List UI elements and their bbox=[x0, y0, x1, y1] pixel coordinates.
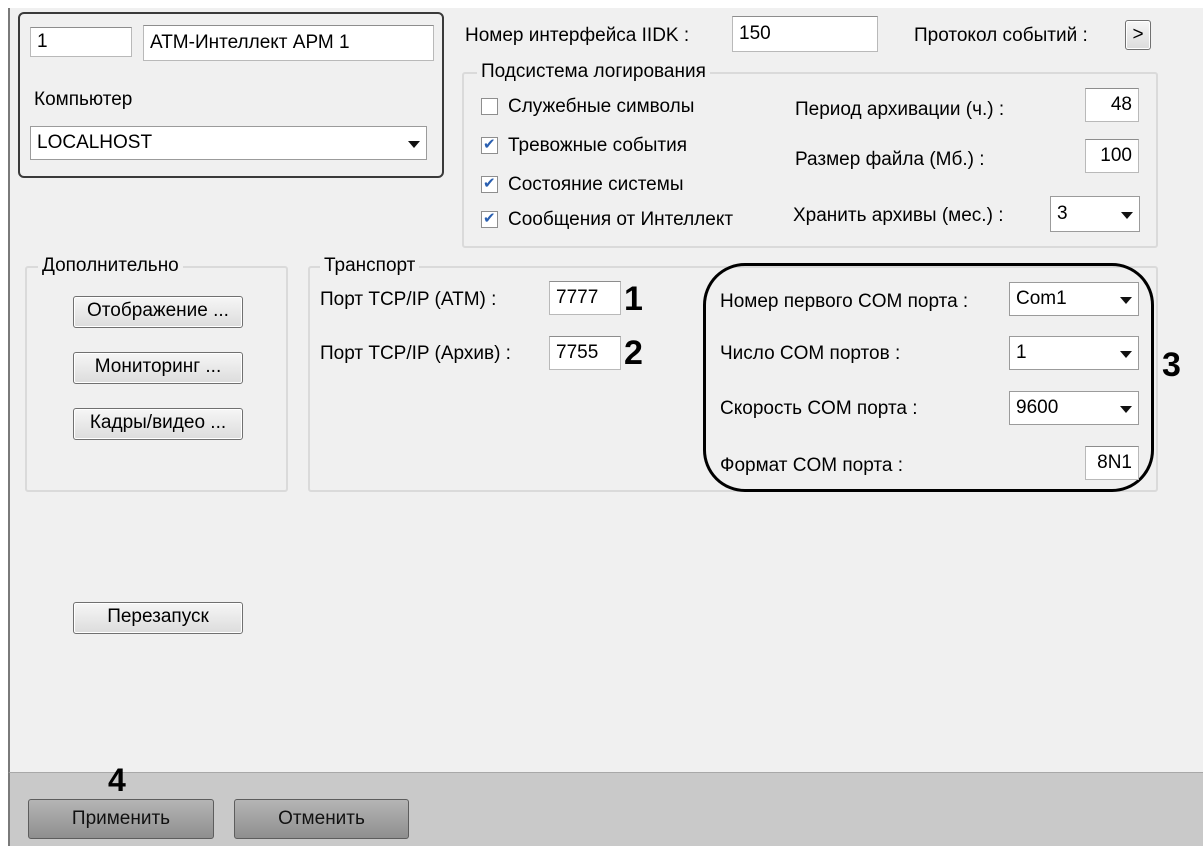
callout-number-2: 2 bbox=[624, 334, 643, 372]
chevron-down-icon[interactable] bbox=[1120, 297, 1132, 304]
com-count-value: 1 bbox=[1016, 342, 1027, 363]
checkbox-service-symbols[interactable] bbox=[481, 98, 498, 115]
tcp-atm-field[interactable]: 7777 bbox=[549, 281, 621, 315]
checkbox-intellect-messages[interactable] bbox=[481, 209, 498, 228]
callout-number-3: 3 bbox=[1162, 346, 1181, 384]
keep-archives-select[interactable]: 3 bbox=[1050, 196, 1140, 232]
archive-period-label: Период архивации (ч.) : bbox=[795, 99, 1005, 120]
keep-archives-label: Хранить архивы (мес.) : bbox=[793, 205, 1004, 226]
computer-label: Компьютер bbox=[34, 89, 133, 110]
com-first-label: Номер первого COM порта : bbox=[720, 291, 969, 312]
additional-group-title: Дополнительно bbox=[38, 255, 183, 277]
tcp-atm-label: Порт TCP/IP (ATM) : bbox=[320, 289, 497, 310]
frames-video-button[interactable]: Кадры/видео ... bbox=[73, 408, 243, 440]
com-speed-value: 9600 bbox=[1016, 397, 1059, 418]
chevron-down-icon[interactable] bbox=[1120, 351, 1132, 358]
chevron-down-icon[interactable] bbox=[1121, 212, 1133, 219]
events-protocol-label: Протокол событий : bbox=[914, 25, 1088, 46]
monitoring-button[interactable]: Мониторинг ... bbox=[73, 352, 243, 384]
com-count-label: Число COM портов : bbox=[720, 343, 901, 364]
cancel-button[interactable]: Отменить bbox=[234, 799, 409, 839]
label-service-symbols: Служебные символы bbox=[508, 96, 695, 117]
chevron-down-icon[interactable] bbox=[1120, 406, 1132, 413]
chevron-down-icon[interactable] bbox=[408, 141, 420, 148]
display-button[interactable]: Отображение ... bbox=[73, 296, 243, 328]
com-speed-select[interactable]: 9600 bbox=[1009, 391, 1139, 425]
label-system-state: Состояние системы bbox=[508, 174, 684, 195]
logging-group-title: Подсистема логирования bbox=[477, 61, 710, 83]
callout-number-4: 4 bbox=[108, 762, 126, 798]
apply-button[interactable]: Применить bbox=[28, 799, 214, 839]
computer-select[interactable]: LOCALHOST bbox=[30, 126, 427, 160]
com-format-field[interactable]: 8N1 bbox=[1085, 446, 1139, 480]
file-size-field[interactable]: 100 bbox=[1085, 139, 1139, 173]
file-size-label: Размер файла (Мб.) : bbox=[795, 149, 985, 170]
transport-group-title: Транспорт bbox=[320, 255, 420, 277]
checkbox-alarm-events[interactable] bbox=[481, 135, 498, 154]
keep-archives-value: 3 bbox=[1057, 203, 1068, 224]
archive-period-field[interactable]: 48 bbox=[1085, 88, 1139, 122]
iidk-label: Номер интерфейса IIDK : bbox=[465, 25, 690, 46]
com-speed-label: Скорость COM порта : bbox=[720, 398, 918, 419]
com-format-label: Формат COM порта : bbox=[720, 455, 903, 476]
events-protocol-button[interactable]: > bbox=[1125, 20, 1151, 50]
iidk-field[interactable]: 150 bbox=[732, 16, 878, 52]
callout-number-1: 1 bbox=[624, 280, 643, 318]
label-alarm-events: Тревожные события bbox=[508, 135, 688, 156]
com-first-value: Com1 bbox=[1016, 288, 1067, 309]
checkbox-system-state[interactable] bbox=[481, 174, 498, 193]
label-intellect-messages: Сообщения от Интеллект bbox=[508, 209, 734, 230]
com-count-select[interactable]: 1 bbox=[1009, 336, 1139, 370]
com-first-select[interactable]: Com1 bbox=[1009, 282, 1139, 316]
object-name-field[interactable]: АТМ-Интеллект АРМ 1 bbox=[143, 25, 434, 61]
restart-button[interactable]: Перезапуск bbox=[73, 602, 243, 634]
computer-select-value: LOCALHOST bbox=[37, 132, 153, 153]
tcp-archive-field[interactable]: 7755 bbox=[549, 336, 621, 370]
tcp-archive-label: Порт TCP/IP (Архив) : bbox=[320, 343, 511, 364]
object-id-field[interactable]: 1 bbox=[30, 27, 132, 57]
